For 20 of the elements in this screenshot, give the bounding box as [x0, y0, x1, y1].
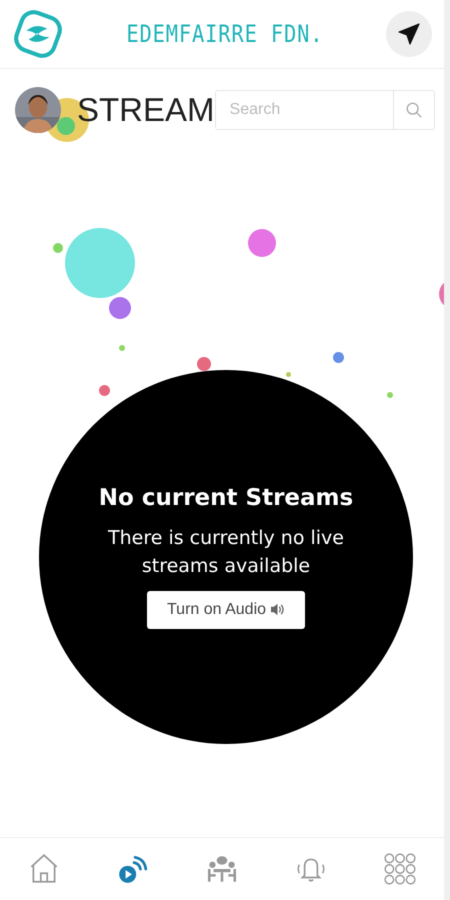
speaker-icon: [270, 603, 286, 616]
bubble: [248, 229, 276, 257]
search-field[interactable]: Search: [214, 90, 394, 130]
paper-plane-icon: [397, 22, 421, 46]
grid-icon: [382, 852, 417, 886]
logo-icon: [12, 8, 64, 60]
brand-name: EDEMFAIRRE FDN.: [126, 20, 324, 48]
bubble: [332, 352, 344, 362]
bubble: [286, 372, 290, 376]
bubble: [197, 357, 211, 371]
notice-message: There is currently no live streams available: [107, 526, 345, 579]
bubble: [387, 392, 393, 398]
audio-button[interactable]: Turn on Audio: [146, 590, 306, 629]
send-button[interactable]: [386, 11, 432, 57]
search-button[interactable]: [394, 90, 435, 130]
bubble: [119, 345, 125, 351]
bubble: [53, 243, 63, 253]
bubble: [98, 384, 110, 396]
search-icon: [404, 101, 423, 119]
notice-title: No current Streams: [98, 485, 354, 512]
